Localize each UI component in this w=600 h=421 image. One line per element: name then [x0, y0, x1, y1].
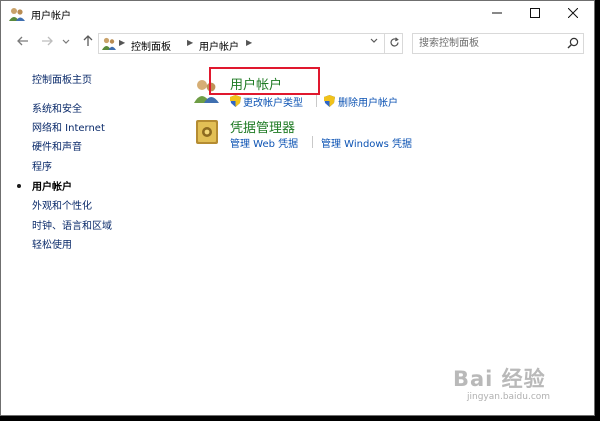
highlight-box — [209, 67, 320, 95]
watermark-main: Bai 经验 — [453, 367, 546, 391]
control-panel-window: 用户帐户 ▶ 控制面板 ▶ 用户帐户 ▶ 搜索控制面板 控制面板主页 系统和安全… — [0, 0, 595, 416]
sidebar-item-programs[interactable]: 程序 — [32, 158, 52, 173]
refresh-button[interactable] — [384, 34, 404, 53]
sidebar-item-system-security[interactable]: 系统和安全 — [32, 100, 82, 115]
chevron-down-icon — [62, 37, 70, 48]
window-title: 用户帐户 — [31, 11, 71, 22]
breadcrumb-control-panel[interactable]: 控制面板 — [131, 38, 171, 53]
refresh-icon — [389, 36, 400, 51]
arrow-right-icon — [41, 36, 53, 49]
task-remove-user-accounts[interactable]: 删除用户帐户 — [338, 94, 398, 109]
search-box[interactable] — [412, 33, 584, 54]
uac-shield-icon — [324, 95, 335, 110]
address-bar[interactable]: ▶ 控制面板 ▶ 用户帐户 ▶ — [98, 33, 403, 54]
title-bar[interactable]: 用户帐户 — [1, 1, 594, 28]
watermark-sub: jingyan.baidu.com — [467, 392, 551, 402]
up-button[interactable] — [80, 34, 96, 50]
sidebar-control-panel-home[interactable]: 控制面板主页 — [32, 71, 92, 86]
users-icon — [9, 7, 25, 24]
close-icon — [567, 7, 579, 21]
task-separator — [316, 95, 317, 107]
task-manage-web-credentials[interactable]: 管理 Web 凭据 — [230, 135, 298, 150]
breadcrumb-separator-icon: ▶ — [246, 38, 253, 47]
recent-locations-button[interactable] — [61, 34, 71, 50]
baidu-watermark: Bai 经验 jingyan.baidu.com — [453, 363, 550, 402]
task-separator — [312, 136, 313, 148]
close-button[interactable] — [554, 1, 592, 27]
category-title-credential-manager[interactable]: 凭据管理器 — [230, 117, 295, 136]
breadcrumb-separator-icon: ▶ — [119, 38, 126, 47]
address-dropdown-icon[interactable] — [370, 36, 378, 47]
uac-shield-icon — [230, 95, 241, 110]
arrow-left-icon — [17, 36, 29, 49]
breadcrumb-separator-icon: ▶ — [187, 38, 194, 47]
back-button[interactable] — [15, 34, 31, 50]
sidebar-item-ease-of-access[interactable]: 轻松使用 — [32, 236, 72, 251]
control-panel-location-icon — [102, 37, 116, 53]
current-item-bullet — [17, 184, 21, 188]
sidebar-item-user-accounts: 用户帐户 — [32, 182, 72, 193]
search-input[interactable] — [419, 36, 559, 51]
arrow-up-icon — [83, 34, 93, 50]
minimize-icon — [492, 8, 502, 21]
sidebar-item-appearance[interactable]: 外观和个性化 — [32, 197, 92, 212]
task-manage-windows-credentials[interactable]: 管理 Windows 凭据 — [321, 135, 412, 150]
sidebar-item-network-internet[interactable]: 网络和 Internet — [32, 119, 105, 134]
sidebar-item-hardware-sound[interactable]: 硬件和声音 — [32, 138, 82, 153]
credential-manager-icon[interactable] — [195, 119, 219, 148]
minimize-button[interactable] — [478, 1, 516, 27]
maximize-button[interactable] — [516, 1, 554, 27]
breadcrumb-user-accounts[interactable]: 用户帐户 — [199, 38, 239, 53]
sidebar-item-clock-language-region[interactable]: 时钟、语言和区域 — [32, 217, 112, 232]
forward-button[interactable] — [39, 34, 55, 50]
task-change-account-type[interactable]: 更改帐户类型 — [243, 94, 303, 109]
maximize-icon — [530, 7, 540, 21]
search-icon[interactable] — [567, 37, 579, 52]
